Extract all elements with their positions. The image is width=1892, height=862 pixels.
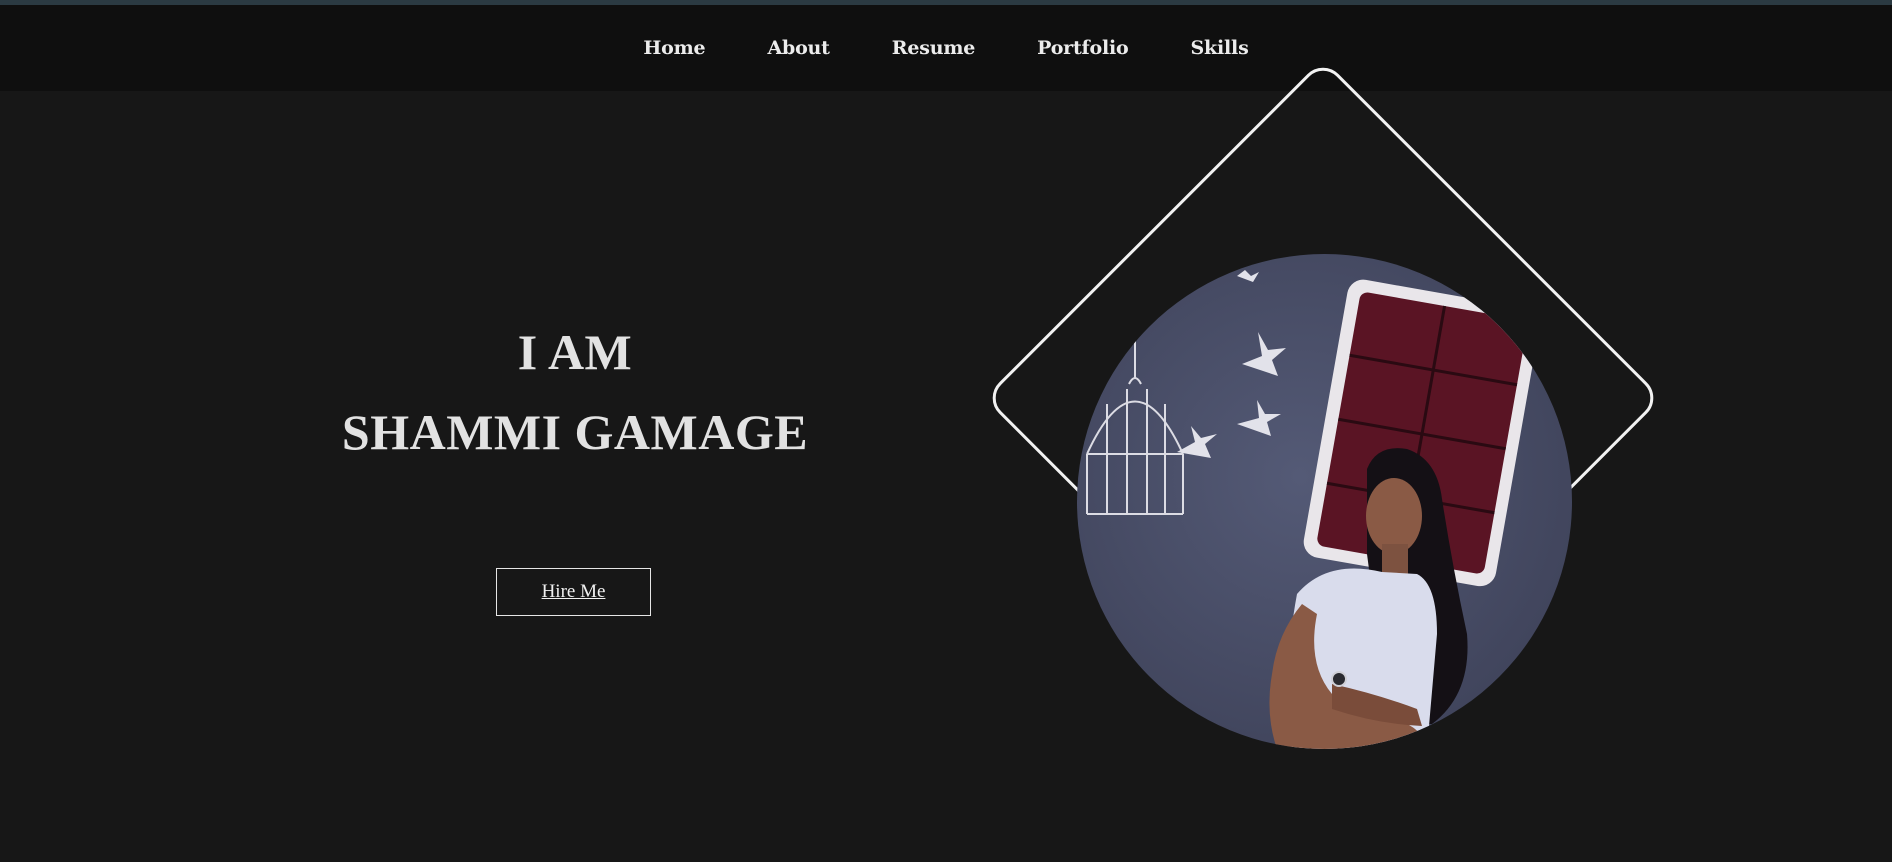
nav-item-home[interactable]: Home (643, 37, 705, 59)
top-navigation: Home About Resume Portfolio Skills (0, 5, 1892, 91)
hero-intro: I AM (517, 324, 633, 380)
nav-item-about[interactable]: About (767, 37, 829, 59)
nav-links: Home About Resume Portfolio Skills (0, 5, 1892, 91)
hero-heading: I AM SHAMMI GAMAGE (330, 312, 820, 472)
hero-section (0, 91, 1892, 862)
profile-photo-icon (1077, 254, 1572, 749)
hire-me-button[interactable]: Hire Me (496, 568, 651, 616)
nav-item-skills[interactable]: Skills (1191, 37, 1249, 59)
nav-item-portfolio[interactable]: Portfolio (1037, 37, 1129, 59)
hero-name: SHAMMI GAMAGE (341, 404, 809, 460)
nav-item-resume[interactable]: Resume (892, 37, 976, 59)
